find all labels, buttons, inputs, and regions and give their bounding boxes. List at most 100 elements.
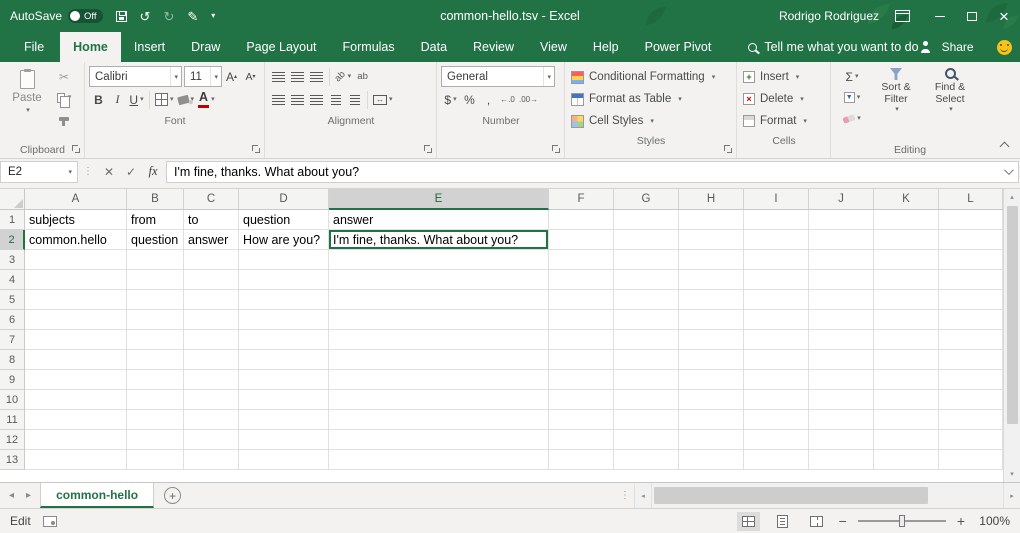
font-family-combo[interactable]: Calibri▾ [89, 66, 182, 87]
cell-L7[interactable] [939, 330, 1003, 350]
align-right-button[interactable] [307, 89, 326, 110]
row-header-1[interactable]: 1 [0, 210, 25, 230]
row-header-8[interactable]: 8 [0, 350, 25, 370]
increase-decimal-button[interactable]: ←.0 [498, 89, 517, 110]
name-box[interactable]: E2 ▾ [0, 161, 78, 183]
cell-G12[interactable] [614, 430, 679, 450]
underline-button[interactable]: U▾ [127, 89, 146, 110]
share-button[interactable]: Share [942, 40, 974, 54]
cell-C13[interactable] [184, 450, 239, 470]
styles-dialog-launcher[interactable] [723, 144, 733, 154]
cell-F11[interactable] [549, 410, 614, 430]
page-layout-view-button[interactable] [771, 512, 794, 531]
format-as-table-button[interactable]: Format as Table ▾ [569, 88, 733, 110]
column-header-J[interactable]: J [809, 189, 874, 210]
cell-K3[interactable] [874, 250, 939, 270]
cell-C2[interactable]: answer [184, 230, 239, 250]
copy-button[interactable]: ▾ [50, 87, 78, 108]
cell-B6[interactable] [127, 310, 184, 330]
feedback-smiley-icon[interactable] [997, 40, 1012, 55]
cell-L8[interactable] [939, 350, 1003, 370]
cell-E11[interactable] [329, 410, 549, 430]
cell-A3[interactable] [25, 250, 127, 270]
cell-K1[interactable] [874, 210, 939, 230]
paste-button[interactable]: Paste ▾ [4, 66, 50, 141]
cancel-entry-button[interactable]: ✕ [98, 161, 120, 183]
clear-button[interactable]: ▾ [835, 108, 869, 129]
cell-A9[interactable] [25, 370, 127, 390]
autosave-toggle[interactable]: AutoSave Off [10, 9, 103, 23]
sort-filter-button[interactable]: Sort & Filter ▾ [869, 66, 923, 141]
number-dialog-launcher[interactable] [551, 144, 561, 154]
expand-formula-bar-icon[interactable] [1004, 165, 1014, 175]
percent-format-button[interactable]: % [460, 89, 479, 110]
cell-A11[interactable] [25, 410, 127, 430]
cell-J2[interactable] [809, 230, 874, 250]
tab-home[interactable]: Home [60, 32, 121, 62]
cell-G1[interactable] [614, 210, 679, 230]
previous-sheet-button[interactable]: ◂ [3, 490, 20, 501]
cell-L6[interactable] [939, 310, 1003, 330]
cell-A6[interactable] [25, 310, 127, 330]
cell-L11[interactable] [939, 410, 1003, 430]
vertical-scrollbar[interactable]: ▴ ▾ [1003, 189, 1020, 482]
alignment-dialog-launcher[interactable] [423, 144, 433, 154]
row-header-4[interactable]: 4 [0, 270, 25, 290]
cell-G11[interactable] [614, 410, 679, 430]
cell-L9[interactable] [939, 370, 1003, 390]
cell-A8[interactable] [25, 350, 127, 370]
cell-B8[interactable] [127, 350, 184, 370]
tab-draw[interactable]: Draw [178, 32, 233, 62]
increase-indent-button[interactable] [345, 89, 364, 110]
column-header-G[interactable]: G [614, 189, 679, 210]
cell-D7[interactable] [239, 330, 329, 350]
cell-I13[interactable] [744, 450, 809, 470]
cell-K4[interactable] [874, 270, 939, 290]
select-all-corner[interactable] [0, 189, 25, 210]
cell-C9[interactable] [184, 370, 239, 390]
cell-K12[interactable] [874, 430, 939, 450]
row-header-5[interactable]: 5 [0, 290, 25, 310]
decrease-indent-button[interactable] [326, 89, 345, 110]
tab-data[interactable]: Data [408, 32, 460, 62]
cell-I10[interactable] [744, 390, 809, 410]
cell-I12[interactable] [744, 430, 809, 450]
bold-button[interactable]: B [89, 89, 108, 110]
scroll-down-arrow[interactable]: ▾ [1004, 466, 1020, 482]
cell-B4[interactable] [127, 270, 184, 290]
comma-format-button[interactable]: , [479, 89, 498, 110]
merge-center-button[interactable]: ↔▾ [371, 89, 395, 110]
cell-C3[interactable] [184, 250, 239, 270]
cell-B11[interactable] [127, 410, 184, 430]
font-dialog-launcher[interactable] [251, 144, 261, 154]
cell-L2[interactable] [939, 230, 1003, 250]
cell-F6[interactable] [549, 310, 614, 330]
cell-I8[interactable] [744, 350, 809, 370]
cell-D13[interactable] [239, 450, 329, 470]
cell-H2[interactable] [679, 230, 744, 250]
cell-F2[interactable] [549, 230, 614, 250]
cell-B10[interactable] [127, 390, 184, 410]
column-header-B[interactable]: B [127, 189, 184, 210]
cell-K10[interactable] [874, 390, 939, 410]
cell-J11[interactable] [809, 410, 874, 430]
row-header-3[interactable]: 3 [0, 250, 25, 270]
cell-A13[interactable] [25, 450, 127, 470]
cell-G7[interactable] [614, 330, 679, 350]
formula-bar-resize-handle[interactable]: ⋮ [78, 166, 98, 177]
next-sheet-button[interactable]: ▸ [20, 490, 37, 501]
cell-E7[interactable] [329, 330, 549, 350]
cell-F7[interactable] [549, 330, 614, 350]
cell-D6[interactable] [239, 310, 329, 330]
cell-H13[interactable] [679, 450, 744, 470]
row-header-9[interactable]: 9 [0, 370, 25, 390]
cell-H11[interactable] [679, 410, 744, 430]
cell-styles-button[interactable]: Cell Styles ▾ [569, 110, 733, 132]
clipboard-dialog-launcher[interactable] [71, 144, 81, 154]
borders-button[interactable]: ▾ [153, 89, 176, 110]
cell-H1[interactable] [679, 210, 744, 230]
cell-B5[interactable] [127, 290, 184, 310]
close-button[interactable]: × [988, 0, 1020, 32]
collapse-ribbon-button[interactable] [1000, 142, 1010, 152]
cell-F10[interactable] [549, 390, 614, 410]
